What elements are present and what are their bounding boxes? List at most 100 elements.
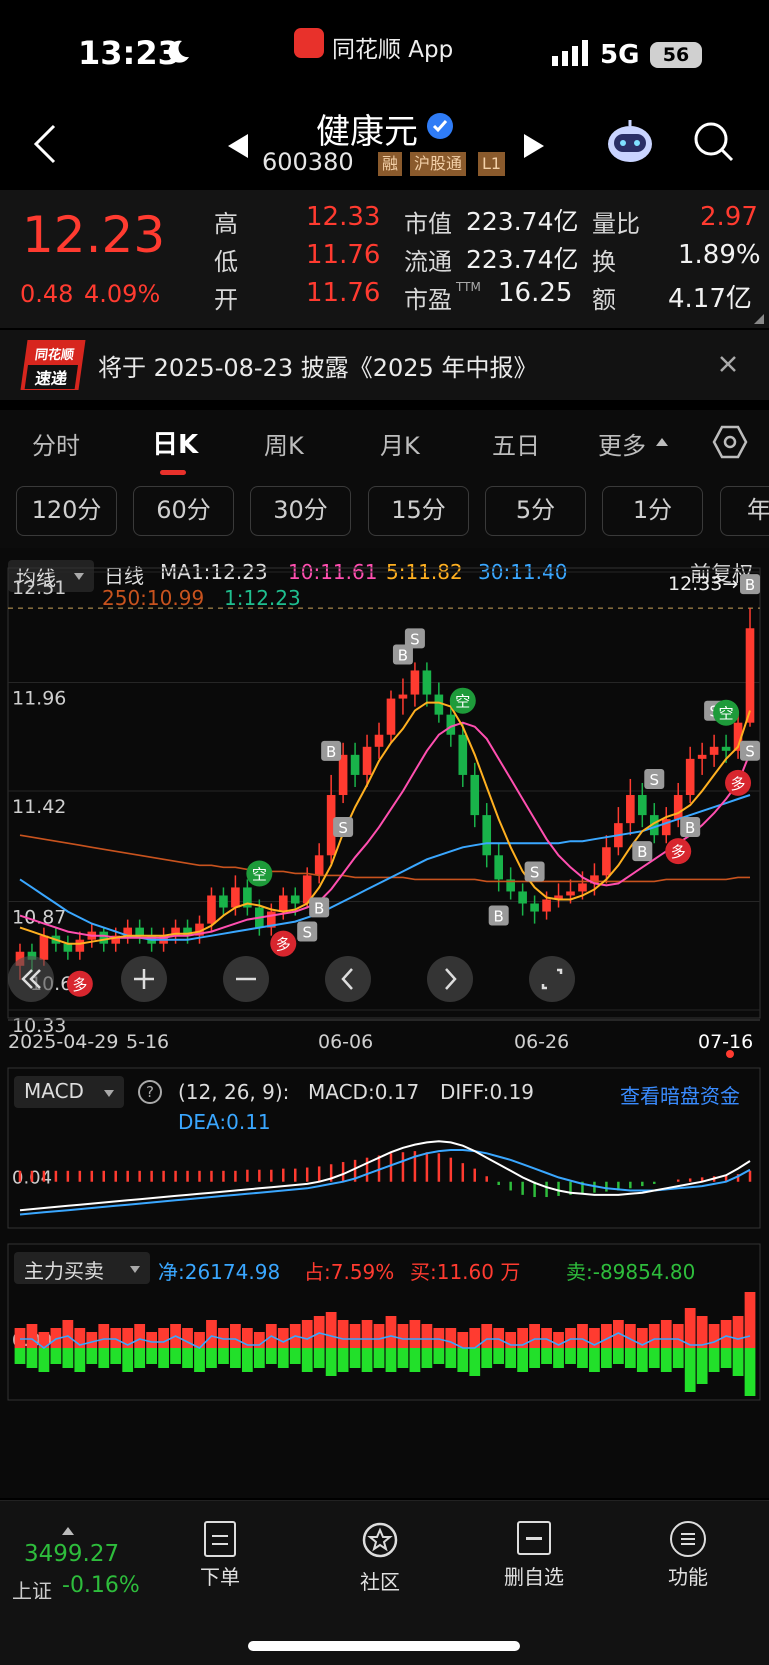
flow-sell-bar: [708, 1348, 720, 1372]
tab-more[interactable]: 更多: [598, 426, 646, 461]
flow-selector-label: 主力买卖: [24, 1259, 104, 1283]
index-value[interactable]: 3499.27: [24, 1541, 119, 1567]
signal-badge-text: B: [398, 646, 408, 664]
zoom-out-button[interactable]: [223, 956, 269, 1002]
candle-body: [697, 754, 707, 759]
flow-sell-bar: [612, 1348, 624, 1364]
flow-buy-bar: [732, 1316, 744, 1348]
candle-body: [63, 943, 73, 952]
notice-banner[interactable]: 同花顺 速递 将于 2025-08-23 披露《2025 年中报》: [0, 330, 769, 400]
chip-30min[interactable]: 30分: [250, 486, 351, 536]
flow-sell-bar: [50, 1348, 62, 1364]
tab-active-indicator: [160, 470, 186, 475]
signal-badge-text: B: [637, 843, 647, 861]
search-icon[interactable]: [692, 120, 736, 168]
candle-body: [135, 927, 144, 936]
flow-pct: 占:7.59%: [304, 1260, 395, 1284]
signal-badge-text: B: [745, 576, 755, 594]
flow-sell-bar: [206, 1348, 217, 1368]
candle-body: [709, 746, 719, 755]
tab-intraday[interactable]: 分时: [32, 426, 80, 461]
amount-label: 额: [592, 286, 616, 314]
macd-selector[interactable]: MACD: [14, 1076, 124, 1108]
notice-logo: 同花顺 速递: [20, 340, 86, 390]
float-label: 流通: [404, 248, 452, 276]
chip-120min[interactable]: 120分: [16, 486, 117, 536]
chip-15min[interactable]: 15分: [368, 486, 469, 536]
flow-sell-bar: [86, 1348, 98, 1364]
price-panel-frame: [7, 567, 761, 1019]
signal-circle-text: 多: [671, 843, 686, 861]
expand-corner-icon[interactable]: [754, 314, 764, 324]
tab-five-day[interactable]: 五日: [492, 426, 540, 461]
flow-sell-bar: [122, 1348, 134, 1372]
candle-body: [290, 895, 300, 904]
date-axis-label: 5-16: [126, 1031, 169, 1053]
tab-weekly[interactable]: 周K: [264, 426, 304, 461]
tag-level: L1: [478, 152, 506, 176]
tab-daily[interactable]: 日K: [152, 424, 198, 461]
nav-community[interactable]: 社区: [330, 1521, 430, 1595]
candle-body: [278, 895, 288, 912]
source-app-name[interactable]: 同花顺 App: [332, 30, 453, 64]
flow-sell-bar: [696, 1348, 708, 1384]
flow-buy-bar: [493, 1328, 505, 1348]
flow-buy-bar: [98, 1324, 110, 1348]
flow-buy-bar: [529, 1324, 540, 1348]
close-icon[interactable]: [716, 352, 740, 380]
pe-ttm-sup: TTM: [456, 280, 481, 294]
flow-sell-bar: [624, 1348, 636, 1368]
app-logo-icon: [294, 28, 324, 58]
chip-60min[interactable]: 60分: [133, 486, 234, 536]
chip-5min[interactable]: 5分: [485, 486, 586, 536]
signal-badge-text: S: [302, 924, 312, 942]
flow-buy-bar: [277, 1328, 289, 1348]
flow-buy-bar: [301, 1320, 313, 1348]
dark-pool-link[interactable]: 查看暗盘资金: [620, 1080, 740, 1109]
candle-body: [338, 754, 348, 796]
open-label: 开: [214, 286, 238, 314]
low-label: 低: [214, 248, 238, 276]
chip-1min[interactable]: 1分: [602, 486, 703, 536]
candle-body: [350, 754, 360, 775]
flow-sell-bar: [409, 1348, 421, 1372]
tab-monthly[interactable]: 月K: [380, 426, 420, 461]
flow-net: 净:26174.98: [158, 1260, 281, 1284]
flow-sell-bar: [493, 1348, 505, 1364]
pan-left-button[interactable]: [325, 956, 371, 1002]
macd-selector-label: MACD: [24, 1079, 84, 1103]
mktcap-label: 市值: [404, 210, 452, 238]
chip-year[interactable]: 年: [720, 486, 769, 536]
robot-assistant-icon[interactable]: [604, 118, 656, 170]
candle-body: [219, 895, 228, 908]
collapse-left-button[interactable]: [8, 956, 54, 1002]
candle-body: [578, 883, 587, 892]
flow-sell-bar: [325, 1348, 337, 1376]
next-stock-button[interactable]: [522, 132, 546, 164]
flow-buy-bar: [62, 1320, 74, 1348]
flow-selector[interactable]: 主力买卖: [14, 1252, 150, 1284]
flow-sell-bar: [529, 1348, 540, 1368]
flow-buy-bar: [744, 1292, 756, 1348]
flow-sell-bar: [601, 1348, 612, 1368]
nav-functions-label: 功能: [668, 1565, 708, 1589]
settings-hex-icon[interactable]: [712, 424, 748, 464]
pan-right-button[interactable]: [427, 956, 473, 1002]
prev-stock-button[interactable]: [226, 132, 250, 164]
nav-remove-watchlist[interactable]: 删自选: [484, 1521, 584, 1590]
candle-body: [673, 795, 683, 820]
flow-sell-bar: [38, 1348, 50, 1372]
minute-period-chips: 120分 60分 30分 15分 5分 1分 年: [0, 476, 769, 548]
kline-chart-area[interactable]: 均线 日线 MA1:12.23 10:11.61 5:11.82 30:11.4…: [0, 548, 769, 1498]
nav-functions[interactable]: 功能: [638, 1521, 738, 1590]
nav-order[interactable]: 下单: [170, 1521, 270, 1590]
flow-sell: 卖:-89854.80: [566, 1260, 696, 1284]
help-icon[interactable]: ?: [138, 1080, 162, 1104]
zoom-in-button[interactable]: [121, 956, 167, 1002]
back-button[interactable]: [30, 122, 60, 170]
candle-body: [314, 855, 324, 876]
flow-buy-bar: [421, 1324, 433, 1348]
notice-text: 将于 2025-08-23 披露《2025 年中报》: [98, 354, 538, 382]
flow-sell-bar: [636, 1348, 648, 1372]
fullscreen-button[interactable]: [529, 956, 575, 1002]
